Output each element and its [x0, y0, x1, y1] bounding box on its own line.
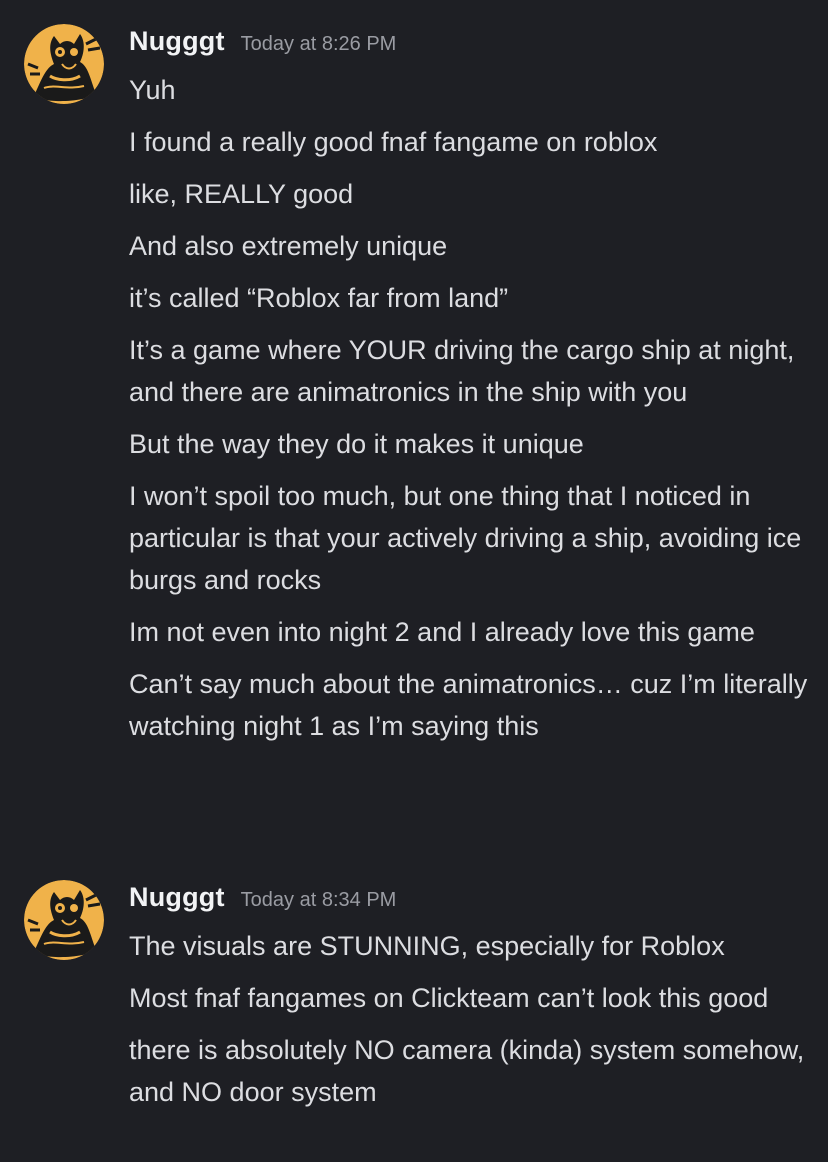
message-text[interactable]: I won’t spoil too much, but one thing th…: [129, 475, 809, 601]
message-text[interactable]: like, REALLY good: [129, 173, 809, 215]
username[interactable]: Nugggt: [129, 882, 225, 913]
message-text[interactable]: The visuals are STUNNING, especially for…: [129, 925, 809, 967]
message-list: Yuh I found a really good fnaf fangame o…: [129, 69, 809, 757]
message-header: Nugggt Today at 8:26 PM: [129, 26, 396, 57]
message-text[interactable]: It’s a game where YOUR driving the cargo…: [129, 329, 809, 413]
message-text[interactable]: there is absolutely NO camera (kinda) sy…: [129, 1029, 809, 1113]
timestamp[interactable]: Today at 8:26 PM: [241, 33, 397, 56]
avatar-drawing-icon: [24, 880, 104, 960]
avatar-drawing-icon: [24, 24, 104, 104]
username[interactable]: Nugggt: [129, 26, 225, 57]
message-text[interactable]: And also extremely unique: [129, 225, 809, 267]
timestamp[interactable]: Today at 8:34 PM: [241, 889, 397, 912]
message-text[interactable]: Yuh: [129, 69, 809, 111]
user-avatar[interactable]: [24, 880, 104, 960]
message-header: Nugggt Today at 8:34 PM: [129, 882, 396, 913]
message-text[interactable]: I found a really good fnaf fangame on ro…: [129, 121, 809, 163]
message-list: The visuals are STUNNING, especially for…: [129, 925, 809, 1123]
message-text[interactable]: Im not even into night 2 and I already l…: [129, 611, 809, 653]
message-text[interactable]: it’s called “Roblox far from land”: [129, 277, 809, 319]
message-text[interactable]: But the way they do it makes it unique: [129, 423, 809, 465]
user-avatar[interactable]: [24, 24, 104, 104]
message-text[interactable]: Can’t say much about the animatronics… c…: [129, 663, 809, 747]
message-text[interactable]: Most fnaf fangames on Clickteam can’t lo…: [129, 977, 809, 1019]
